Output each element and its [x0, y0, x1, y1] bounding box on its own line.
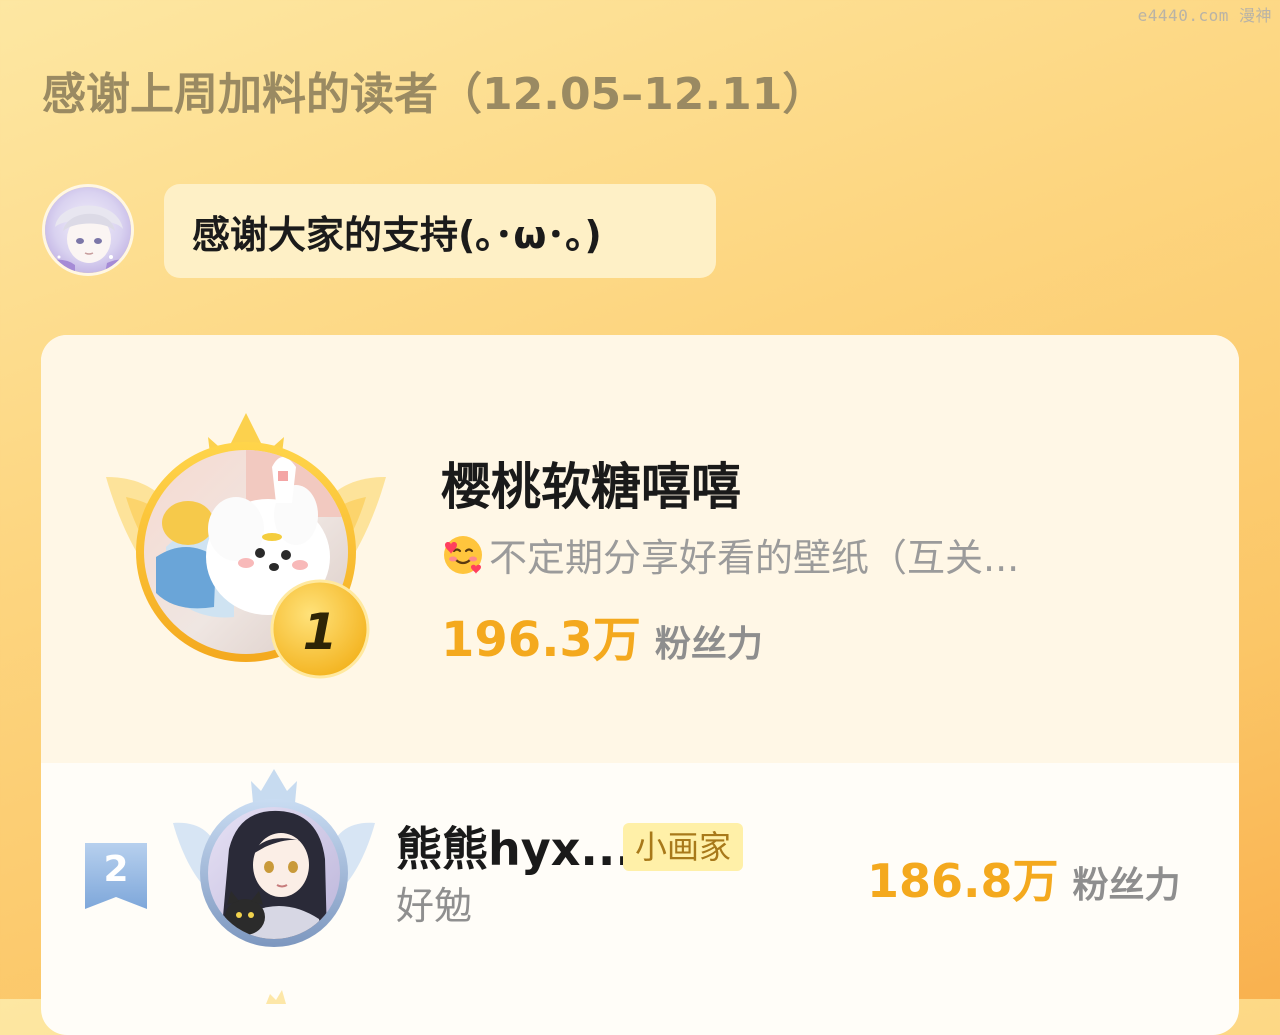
first-place-fan-stats: 196.3万 粉丝力	[441, 600, 763, 670]
first-place-badge[interactable]: 1	[96, 407, 396, 687]
silver-crown-wings-icon	[173, 769, 375, 947]
second-place-row[interactable]: 2 熊熊hyx... 小画家 好勉 186.8万 粉丝力	[41, 763, 1239, 963]
ranking-card: 1 樱桃软糖嘻嘻 不定期分享好看的壁纸（互关... 196.3万 粉丝力 2 熊…	[41, 335, 1239, 1035]
second-place-name[interactable]: 熊熊hyx...	[396, 813, 633, 879]
third-place-crown-icon	[266, 990, 286, 1004]
author-message-text: 感谢大家的支持(｡･ω･｡)	[192, 212, 602, 257]
first-place-description: 不定期分享好看的壁纸（互关...	[489, 536, 1020, 580]
first-place-fan-value: 196.3万	[441, 612, 641, 668]
second-place-fan-unit: 粉丝力	[1072, 865, 1181, 906]
page-title: 感谢上周加料的读者（12.05–12.11）	[42, 69, 827, 120]
first-place-description-line: 不定期分享好看的壁纸（互关...	[441, 527, 1019, 586]
second-place-fan-value: 186.8万	[867, 854, 1059, 908]
second-place-fan-stats: 186.8万 粉丝力	[867, 845, 1181, 911]
first-place-rank-number: 1	[303, 603, 338, 661]
first-place-row[interactable]: 1 樱桃软糖嘻嘻 不定期分享好看的壁纸（互关... 196.3万 粉丝力	[41, 335, 1239, 763]
first-place-name[interactable]: 樱桃软糖嘻嘻	[441, 447, 741, 519]
level-tag: 小画家	[623, 823, 744, 871]
second-place-rank-number: 2	[103, 849, 129, 890]
second-place-avatar[interactable]	[169, 769, 379, 959]
second-place-description: 好勉	[396, 884, 473, 928]
site-watermark: e4440.com 漫神	[1137, 6, 1272, 25]
gold-crown-wings-icon: 1	[106, 413, 386, 679]
author-avatar[interactable]	[42, 184, 134, 276]
first-place-fan-unit: 粉丝力	[654, 624, 763, 665]
author-message-bubble: 感谢大家的支持(｡･ω･｡)	[164, 184, 716, 278]
rank-ribbon-icon: 2	[85, 843, 147, 909]
smiling-face-with-hearts-icon	[441, 533, 485, 586]
